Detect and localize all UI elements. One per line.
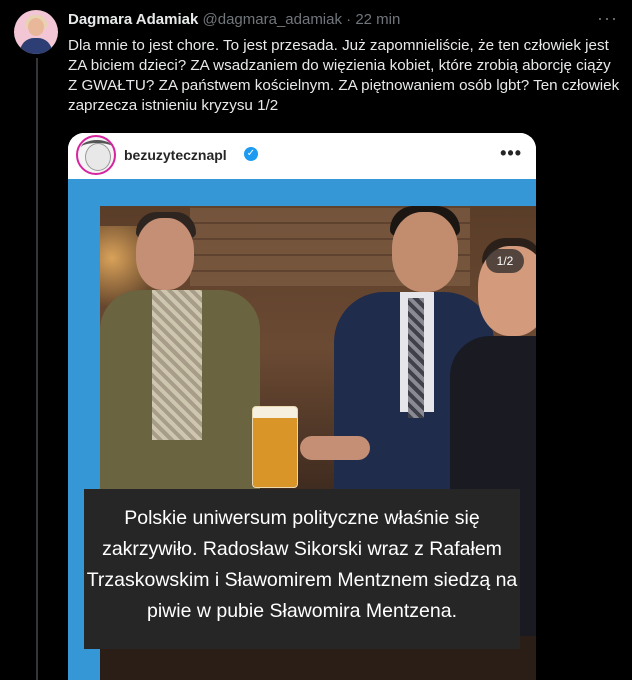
verified-check-icon: ✓ (244, 147, 258, 161)
carousel-page-indicator: 1/2 (486, 249, 524, 273)
tweet-header: Dagmara Adamiak @dagmara_adamiak · 22 mi… (68, 11, 400, 28)
thread-connector-line (36, 58, 38, 680)
embed-header: bezuzytecznapl ✓ ••• (68, 133, 536, 179)
author-avatar[interactable] (14, 10, 58, 54)
embed-more-icon[interactable]: ••• (500, 143, 522, 164)
tweet-timestamp[interactable]: 22 min (355, 11, 400, 28)
more-options-icon[interactable]: ··· (597, 8, 618, 29)
embed-media[interactable]: 1/2 Polskie uniwersum polityczne właśnie… (68, 179, 536, 680)
author-handle[interactable]: @dagmara_adamiak (203, 11, 342, 28)
meta-separator: · (346, 11, 352, 28)
image-caption: Polskie uniwersum polityczne właśnie się… (84, 489, 520, 649)
tweet-text: Dla mnie to jest chore. To jest przesada… (68, 37, 620, 114)
author-name[interactable]: Dagmara Adamiak (68, 11, 198, 28)
beer-glass (252, 406, 298, 488)
embed-account-name[interactable]: bezuzytecznapl (124, 147, 227, 163)
embed-account-avatar[interactable] (76, 135, 116, 175)
embedded-instagram-post[interactable]: bezuzytecznapl ✓ ••• 1/2 Polskie uniwers… (68, 133, 536, 680)
